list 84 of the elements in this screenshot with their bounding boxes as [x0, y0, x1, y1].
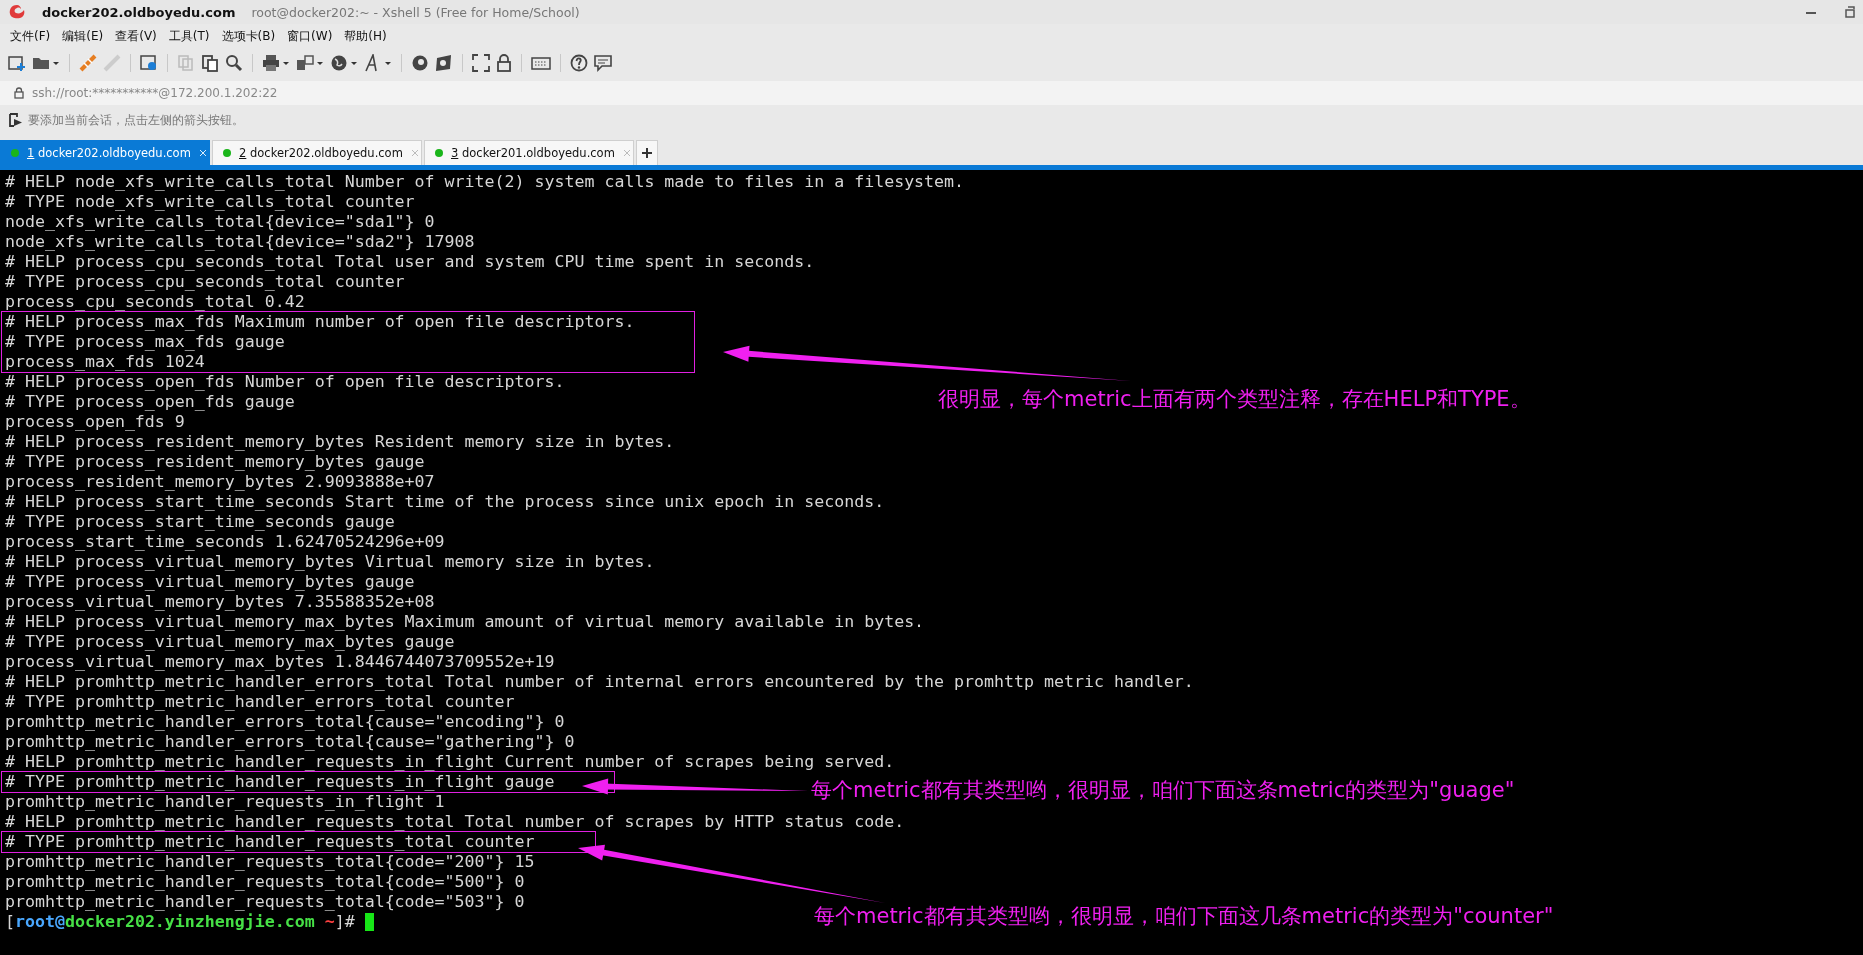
- terminal-line: # TYPE process_cpu_seconds_total counter: [5, 272, 405, 292]
- font-icon[interactable]: [364, 54, 392, 72]
- terminal-line: # TYPE process_virtual_memory_max_bytes gauge: [5, 632, 455, 652]
- annotation-text: 每个metric都有其类型哟，很明显，咱们下面这条metric的类型为"guage": [811, 777, 1515, 804]
- terminal-line: # HELP promhttp_metric_handler_requests_in_flight Current number of scrapes being served.: [5, 752, 895, 772]
- terminal-line: # HELP process_max_fds Maximum number of open file descriptors.: [5, 312, 635, 332]
- search-icon[interactable]: [225, 54, 243, 72]
- menu-item[interactable]: 选项卡(B): [215, 25, 282, 47]
- window-subtitle: root@docker202:~ - Xshell 5 (Free for Home/School): [251, 4, 580, 20]
- terminal-line: process_start_time_seconds 1.62470524296e+09: [5, 532, 445, 552]
- terminal-line: promhttp_metric_handler_requests_total{code="200"} 15: [5, 852, 535, 872]
- terminal-line: process_cpu_seconds_total 0.42: [5, 292, 305, 312]
- restore-icon[interactable]: [1845, 6, 1855, 18]
- paste-icon[interactable]: [201, 54, 219, 72]
- terminal-line: # TYPE promhttp_metric_handler_errors_total counter: [5, 692, 515, 712]
- address-text: ssh://root:***********@172.200.1.202:22: [32, 86, 278, 100]
- annotation-text: 每个metric都有其类型哟，很明显，咱们下面这几条metric的类型为"counter": [814, 903, 1554, 930]
- prompt-bracket: [: [5, 912, 15, 932]
- terminal-line: # HELP promhttp_metric_handler_errors_total Total number of internal errors encountered by the promhttp metric handler.: [5, 672, 1194, 692]
- session-tab[interactable]: 3 docker201.oldboyedu.com: [424, 140, 634, 165]
- new-session-icon[interactable]: [8, 54, 26, 72]
- globe-icon[interactable]: [330, 54, 358, 72]
- terminal-line: process_virtual_memory_bytes 7.35588352e+08: [5, 592, 435, 612]
- add-session-arrow-icon[interactable]: [9, 113, 23, 127]
- annotation-text: 很明显，每个metric上面有两个类型注释，存在HELP和TYPE。: [938, 386, 1531, 413]
- app-logo-icon: [8, 4, 26, 20]
- terminal-line: # HELP process_virtual_memory_bytes Virtual memory size in bytes.: [5, 552, 655, 572]
- terminal-line: promhttp_metric_handler_requests_total{code="503"} 0: [5, 892, 525, 912]
- fullscreen-icon[interactable]: [472, 54, 490, 72]
- session-tab[interactable]: 1 docker202.oldboyedu.com: [0, 140, 210, 165]
- prompt-symbol: ]#: [334, 912, 356, 932]
- terminal-line: promhttp_metric_handler_requests_in_flight 1: [5, 792, 445, 812]
- terminal-line: # HELP process_cpu_seconds_total Total user and system CPU time spent in seconds.: [5, 252, 815, 272]
- terminal-line: # HELP process_start_time_seconds Start time of the process since unix epoch in seconds.: [5, 492, 885, 512]
- window-title: docker202.oldboyedu.com: [42, 4, 236, 20]
- hint-text: 要添加当前会话，点击左侧的箭头按钮。: [28, 112, 244, 128]
- status-dot-icon: [11, 149, 19, 157]
- menu-item[interactable]: 文件(F): [4, 25, 57, 47]
- help-icon[interactable]: [570, 54, 588, 72]
- menu-item[interactable]: 查看(V): [109, 25, 163, 47]
- terminal-line: promhttp_metric_handler_requests_total{code="500"} 0: [5, 872, 525, 892]
- terminal-line: promhttp_metric_handler_errors_total{cause="encoding"} 0: [5, 712, 565, 732]
- prompt-host: docker202.yinzhengjie.com: [64, 912, 315, 932]
- keyboard-icon[interactable]: [531, 54, 551, 72]
- terminal[interactable]: [0, 170, 1863, 955]
- terminal-line: # TYPE process_virtual_memory_bytes gauge: [5, 572, 415, 592]
- menu-item[interactable]: 窗口(W): [281, 25, 339, 47]
- terminal-line: process_open_fds 9: [5, 412, 185, 432]
- terminal-line: # TYPE promhttp_metric_handler_requests_in_flight gauge: [5, 772, 555, 792]
- prompt-user: root@: [15, 912, 65, 932]
- connect-icon[interactable]: [79, 54, 97, 72]
- new-tab-button[interactable]: [636, 140, 658, 165]
- transfer-icon[interactable]: [296, 54, 324, 72]
- status-dot-icon: [223, 149, 231, 157]
- terminal-line: # TYPE node_xfs_write_calls_total counter: [5, 192, 415, 212]
- terminal-line: # TYPE promhttp_metric_handler_requests_total counter: [5, 832, 535, 852]
- terminal-line: # HELP process_open_fds Number of open file descriptors.: [5, 372, 565, 392]
- lock-icon: [14, 87, 24, 99]
- terminal-line: process_max_fds 1024: [5, 352, 205, 372]
- terminal-line: promhttp_metric_handler_errors_total{cause="gathering"} 0: [5, 732, 575, 752]
- terminal-line: process_virtual_memory_max_bytes 1.8446744073709552e+19: [5, 652, 555, 672]
- terminal-line: node_xfs_write_calls_total{device="sda2"} 17908: [5, 232, 475, 252]
- menu-item[interactable]: 工具(T): [162, 25, 216, 47]
- terminal-line: node_xfs_write_calls_total{device="sda1"} 0: [5, 212, 435, 232]
- session-tab[interactable]: 2 docker202.oldboyedu.com: [212, 140, 422, 165]
- lock-icon[interactable]: [496, 54, 512, 72]
- terminal-line: # HELP node_xfs_write_calls_total Number of write(2) system calls made to files in a filesystem.: [5, 172, 965, 192]
- plus-icon: [642, 148, 652, 158]
- menu-item[interactable]: 帮助(H): [338, 25, 393, 47]
- terminal-line: # HELP process_resident_memory_bytes Resident memory size in bytes.: [5, 432, 675, 452]
- cursor: [364, 913, 374, 931]
- properties-icon[interactable]: [140, 54, 158, 72]
- terminal-line: # TYPE process_max_fds gauge: [5, 332, 285, 352]
- menu-item[interactable]: 编辑(E): [56, 25, 110, 47]
- terminal-line: process_resident_memory_bytes 2.9093888e+07: [5, 472, 435, 492]
- terminal-line: # TYPE process_open_fds gauge: [5, 392, 295, 412]
- terminal-line: # TYPE process_resident_memory_bytes gauge: [5, 452, 425, 472]
- printer-icon[interactable]: [262, 54, 290, 72]
- prompt-path: ~: [323, 912, 335, 932]
- chat-icon[interactable]: [594, 54, 612, 72]
- terminal-line: # TYPE process_start_time_seconds gauge: [5, 512, 395, 532]
- status-dot-icon: [435, 149, 443, 157]
- terminal-line: # HELP process_virtual_memory_max_bytes Maximum amount of virtual memory available in bytes.: [5, 612, 925, 632]
- terminal-line: # HELP promhttp_metric_handler_requests_total Total number of scrapes by HTTP status code.: [5, 812, 905, 832]
